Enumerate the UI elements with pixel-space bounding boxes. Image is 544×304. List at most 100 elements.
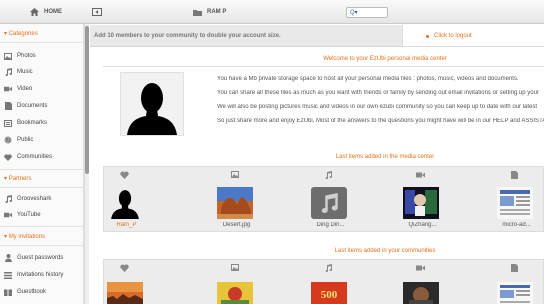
sidebar-scrollbar-thumb[interactable] <box>85 26 89 174</box>
sidebar-item-label: Public <box>17 137 34 143</box>
media-item-label: QiZhang... <box>408 222 437 228</box>
music-note-icon <box>4 68 12 76</box>
sidebar-item-label: Music <box>17 69 33 75</box>
communities-strip: 500 <box>103 259 544 304</box>
user-icon <box>4 254 12 262</box>
sidebar-item-photos[interactable]: Photos <box>4 51 36 61</box>
sidebar-item-label: Invitations history <box>17 272 64 278</box>
partners-header-label: Partners <box>8 176 32 182</box>
logout-label: Click to logout <box>434 33 472 39</box>
divider <box>0 245 84 246</box>
bullet-icon <box>426 34 429 38</box>
screen-icon <box>92 8 102 16</box>
music-file-thumbnail <box>311 187 347 219</box>
divider <box>0 187 84 188</box>
sidebar: ▾ Categories Photos Music Video Document… <box>0 24 84 304</box>
sidebar-item-label: Communities <box>17 154 53 160</box>
home-link[interactable]: HOME <box>30 7 62 17</box>
welcome-title: Welcome to your EzUbi personal media cen… <box>323 56 447 62</box>
top-navigation-bar: HOME RAM P Q▾ <box>0 0 544 24</box>
heart-icon <box>120 263 129 272</box>
sunset-thumbnail <box>107 282 143 304</box>
divider <box>103 66 544 67</box>
document-icon <box>510 170 519 179</box>
document-icon <box>510 263 519 272</box>
heart-icon <box>4 153 12 161</box>
categories-header-label: Categories <box>8 31 38 37</box>
music-note-icon <box>324 170 333 179</box>
home-icon <box>30 8 39 16</box>
user-menu[interactable]: RAM P <box>193 7 226 17</box>
video-thumbnail <box>403 187 439 219</box>
user-silhouette-thumbnail <box>107 187 143 219</box>
welcome-paragraph: You can share all these files as much as… <box>217 90 539 96</box>
categories-header[interactable]: ▾ Categories <box>4 30 38 37</box>
partners-header[interactable]: ▾ Partners <box>4 175 31 182</box>
globe-icon <box>4 136 12 144</box>
photo-icon <box>230 170 239 179</box>
invitations-header[interactable]: ▾ My invitations <box>4 233 45 240</box>
book-icon <box>4 288 12 296</box>
search-icon: Q▾ <box>350 10 358 16</box>
profile-avatar[interactable] <box>120 72 184 136</box>
video-camera-icon <box>4 211 12 219</box>
media-center-strip: Ram_P Desert.jpg Ding Din... QiZhang... … <box>103 166 544 232</box>
sidebar-item-guest-passwords[interactable]: Guest passwords <box>4 253 63 263</box>
sidebar-item-label: Guestbook <box>17 289 47 295</box>
sidebar-item-documents[interactable]: Documents <box>4 101 47 111</box>
album-art-thumbnail <box>217 282 253 304</box>
music-note-icon <box>324 263 333 272</box>
bookmark-icon <box>4 119 12 127</box>
document-icon <box>4 102 12 110</box>
sidebar-item-label: Bookmarks <box>17 120 48 126</box>
user-silhouette-icon <box>127 83 177 135</box>
sidebar-item-guestbook[interactable]: Guestbook <box>4 287 46 297</box>
video-camera-icon <box>416 263 425 272</box>
sidebar-item-invitations-history[interactable]: Invitations history <box>4 270 63 280</box>
screen-button[interactable] <box>92 7 102 17</box>
sidebar-item-label: Documents <box>17 103 48 109</box>
invitations-header-label: My invitations <box>8 234 46 240</box>
sidebar-item-communities[interactable]: Communities <box>4 152 52 162</box>
welcome-paragraph: You have a Mb private storage space to h… <box>217 76 519 82</box>
photo-icon <box>4 52 12 60</box>
notice-text: Add 10 members to your community to doub… <box>94 33 281 39</box>
divider <box>0 42 84 43</box>
document-thumbnail <box>497 282 533 304</box>
sidebar-item-bookmarks[interactable]: Bookmarks <box>4 118 47 128</box>
welcome-paragraph: We will also be posting pictures music a… <box>217 104 538 110</box>
sidebar-item-label: Guest passwords <box>17 255 64 261</box>
magazine-cover-thumbnail: 500 <box>311 282 347 304</box>
media-item-label: Ram_P <box>116 222 137 228</box>
sidebar-item-label: Photos <box>17 53 36 59</box>
media-item-label: Desert.jpg <box>222 222 251 228</box>
sidebar-item-public[interactable]: Public <box>4 135 33 145</box>
search-input[interactable]: Q▾ <box>346 7 388 18</box>
sidebar-item-video[interactable]: Video <box>4 84 32 94</box>
logout-link[interactable]: Click to logout <box>426 33 472 39</box>
video-thumbnail <box>403 282 439 304</box>
video-camera-icon <box>4 85 12 93</box>
communities-title: Last items added in your communities <box>334 248 436 254</box>
folder-icon <box>193 9 202 16</box>
logout-panel: Click to logout <box>402 25 544 47</box>
sidebar-item-youtube[interactable]: YouTube <box>4 210 41 220</box>
user-label: RAM P <box>207 9 227 15</box>
sidebar-item-music[interactable]: Music <box>4 67 33 77</box>
desert-thumbnail <box>217 187 253 219</box>
sidebar-item-label: Video <box>17 86 33 92</box>
home-label: HOME <box>44 9 62 15</box>
music-note-icon <box>4 195 12 203</box>
magazine-cover-number: 500 <box>320 289 338 301</box>
photo-icon <box>230 263 239 272</box>
divider <box>0 169 84 170</box>
media-item-label: Ding Din... <box>316 222 345 228</box>
document-thumbnail <box>497 187 533 219</box>
media-center-title: Last items added in the media center <box>335 154 435 160</box>
video-camera-icon <box>416 170 425 179</box>
sidebar-item-label: YouTube <box>17 212 41 218</box>
welcome-paragraph: So just share more and enjoy EzUbi, Most… <box>217 118 544 124</box>
sidebar-item-grooveshark[interactable]: Grooveshark <box>4 194 51 204</box>
divider <box>0 226 84 227</box>
heart-icon <box>120 170 129 179</box>
